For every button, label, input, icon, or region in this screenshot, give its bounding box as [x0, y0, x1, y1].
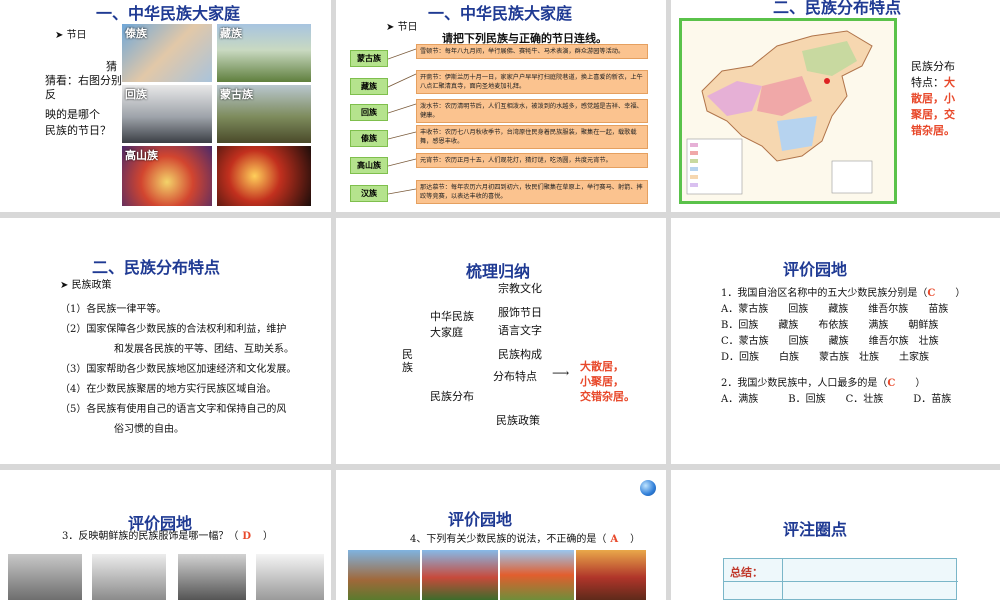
slide-notes[interactable]: 评注圈点 总结： [671, 470, 1000, 600]
ethnic-photo-d[interactable] [576, 550, 646, 600]
question-text: 猜看：右图分别反 [45, 74, 122, 101]
tree-branch: 民族分布 [430, 390, 474, 403]
ethnic-photo-a[interactable] [348, 550, 420, 600]
quiz-question: 2．我国少数民族中，人口最多的是（C） [721, 378, 926, 389]
policy-item: （4）在少数民族聚居的地方实行民族区域自治。 [60, 384, 277, 395]
ethnic-photo-c[interactable] [500, 550, 574, 600]
tree-leaf: 分布特点 [493, 370, 537, 383]
ethnic-tag[interactable]: 蒙古族 [350, 50, 388, 67]
slide-title: 评注圈点 [783, 520, 848, 539]
costume-photo-a[interactable] [8, 554, 82, 600]
policy-item: （3）国家帮助各少数民族地区加速经济和文化发展。 [60, 364, 297, 375]
distribution-label: 特点：大 [911, 76, 955, 89]
slide-festivals-photos[interactable]: 一、中华民族大家庭 ➤ 节日 猜 猜看：右图分别反 映的是哪个 民族的节日？ 傣… [0, 0, 331, 212]
distribution-answer: 大散居， [580, 360, 624, 373]
tree-root: 民族 [402, 348, 413, 374]
quiz-option[interactable]: C．蒙古族 回族 藏族 维吾尔族 壮族 [721, 332, 939, 347]
quiz-option[interactable]: A．满族 B．回族 C．壮族 D．苗族 [721, 390, 951, 405]
slide-distribution-map[interactable]: 二、民族分布特点 民族分布 特点：大 散居，小 聚居，交 错杂居。 [671, 0, 1000, 212]
distribution-answer: 交错杂居。 [580, 390, 635, 403]
slide-summary-tree[interactable]: 梳理归纳 民族 中华民族 大家庭 宗教文化 服饰节日 语言文字 民族构成 分布特… [336, 218, 666, 464]
photo-hui-festival: 回族 [122, 85, 212, 143]
photo-mongol-festival: 蒙古族 [217, 85, 311, 143]
china-ethnic-map [679, 18, 897, 204]
matching-lines [388, 48, 417, 195]
tree-leaf: 服饰节日 [498, 306, 542, 319]
quiz-option[interactable]: B．回族 藏族 布依族 满族 朝鲜族 [721, 316, 938, 331]
costume-photo-b[interactable] [92, 554, 166, 600]
slide-match-festivals[interactable]: 一、中华民族大家庭 ➤ 节日 请把下列民族与正确的节日连线。 蒙古族 藏族 回族… [336, 0, 666, 212]
tree-leaf: 宗教文化 [498, 282, 542, 295]
summary-box[interactable]: 总结： [723, 558, 958, 600]
quiz-option[interactable]: D．回族 白族 蒙古族 壮族 土家族 [721, 348, 929, 363]
slide-title: 评价园地 [783, 260, 848, 279]
quiz-question: 1．我国自治区名称中的五大少数民族分别是（C） [721, 288, 966, 299]
ethnic-tag[interactable]: 藏族 [350, 78, 388, 95]
bullet-festival: ➤ 节日 [386, 22, 418, 33]
summary-label: 总结： [730, 566, 763, 579]
tree-branch: 中华民族 [430, 310, 474, 323]
slide-title: 评价园地 [448, 510, 513, 529]
slide-title: 一、中华民族大家庭 [428, 4, 573, 23]
ethnic-photo-b[interactable] [422, 550, 498, 600]
festival-box[interactable]: 那达慕节：每年农历六月初四到初六，牧民们聚集在草原上，举行赛马、射箭、摔跤等竞赛… [416, 180, 648, 204]
slide-title: 梳理归纳 [466, 262, 531, 281]
tree-leaf: 语言文字 [498, 324, 542, 337]
bullet-policy: ➤ 民族政策 [60, 280, 112, 291]
arrow-icon: ⟶ [552, 366, 570, 380]
distribution-answer: 聚居，交 [911, 108, 955, 121]
quiz-question: 3．反映朝鲜族的民族服饰是哪一幅？（ D） [62, 531, 274, 542]
policy-item: （1）各民族一律平等。 [60, 304, 167, 315]
costume-photo-c[interactable] [178, 554, 246, 600]
festival-box[interactable]: 丰收节：农历七八月秋收季节，台湾原住民身着民族服装，聚集在一起，载歌载舞，感恩丰… [416, 125, 648, 149]
slide-title: 一、中华民族大家庭 [96, 4, 241, 23]
policy-item: （5）各民族有使用自己的语言文字和保持自己的风 [60, 404, 287, 415]
photo-tibetan-festival: 藏族 [217, 24, 311, 82]
tree-leaf: 民族政策 [496, 414, 540, 427]
festival-box[interactable]: 雪顿节：每年八九月间，举行展佛、赛牦牛、马术表演，群众游园等活动。 [416, 44, 648, 59]
distribution-answer: 小聚居， [580, 375, 624, 388]
policy-item: 俗习惯的自由。 [114, 424, 184, 435]
slide-quiz-1[interactable]: 评价园地 1．我国自治区名称中的五大少数民族分别是（C） A．蒙古族 回族 藏族… [671, 218, 1000, 464]
slide-title: 二、民族分布特点 [773, 0, 902, 17]
slide-quiz-4[interactable]: 评价园地 4、下列有关少数民族的说法，不正确的是（ A） [336, 470, 666, 600]
quiz-option[interactable]: A．蒙古族 回族 藏族 维吾尔族 苗族 [721, 300, 948, 315]
photo-gaoshan-festival: 高山族 [122, 146, 212, 206]
map-graphic [686, 30, 873, 195]
slide-quiz-3[interactable]: 评价园地 3．反映朝鲜族的民族服饰是哪一幅？（ D） [0, 470, 331, 600]
bullet-festival: ➤ 节日 [55, 30, 87, 41]
ethnic-tag[interactable]: 高山族 [350, 157, 388, 174]
festival-box[interactable]: 泼水节：农历清明节后，人们互相泼水，被泼到的水越多，感觉越是吉祥、幸福、健康。 [416, 99, 648, 123]
photo-han-lanterns [217, 146, 311, 206]
ethnic-tag[interactable]: 回族 [350, 104, 388, 121]
slide-title: 二、民族分布特点 [92, 258, 221, 277]
question-text: 映的是哪个 [45, 108, 100, 121]
tree-branch: 大家庭 [430, 326, 463, 339]
distribution-label: 民族分布 [911, 60, 955, 73]
policy-item: 和发展各民族的平等、团结、互助关系。 [114, 344, 294, 355]
quiz-question: 4、下列有关少数民族的说法，不正确的是（ A） [410, 534, 641, 545]
ethnic-tag[interactable]: 汉族 [350, 185, 388, 202]
festival-box[interactable]: 元宵节：农历正月十五，人们观花灯，猜灯谜，吃汤圆，共度元宵节。 [416, 153, 648, 168]
summary-divider [782, 559, 783, 600]
ethnic-tag[interactable]: 傣族 [350, 130, 388, 147]
question-text: 猜 [106, 60, 117, 73]
festival-box[interactable]: 开斋节：伊斯兰历十月一日，家家户户早早打扫庭院巷道，换上喜爱的新衣，上午八点汇聚… [416, 70, 648, 94]
slide-ethnic-policy[interactable]: 二、民族分布特点 ➤ 民族政策 （1）各民族一律平等。 （2）国家保障各少数民族… [0, 218, 331, 464]
costume-photo-d[interactable] [256, 554, 324, 600]
tree-leaf: 民族构成 [498, 348, 542, 361]
question-text: 民族的节日？ [45, 124, 111, 137]
policy-item: （2）国家保障各少数民族的合法权利和利益，维护 [60, 324, 287, 335]
summary-divider [724, 581, 958, 582]
distribution-answer: 错杂居。 [911, 124, 955, 137]
distribution-answer: 散居，小 [911, 92, 955, 105]
photo-dai-festival: 傣族 [122, 24, 212, 82]
globe-icon [640, 480, 656, 496]
